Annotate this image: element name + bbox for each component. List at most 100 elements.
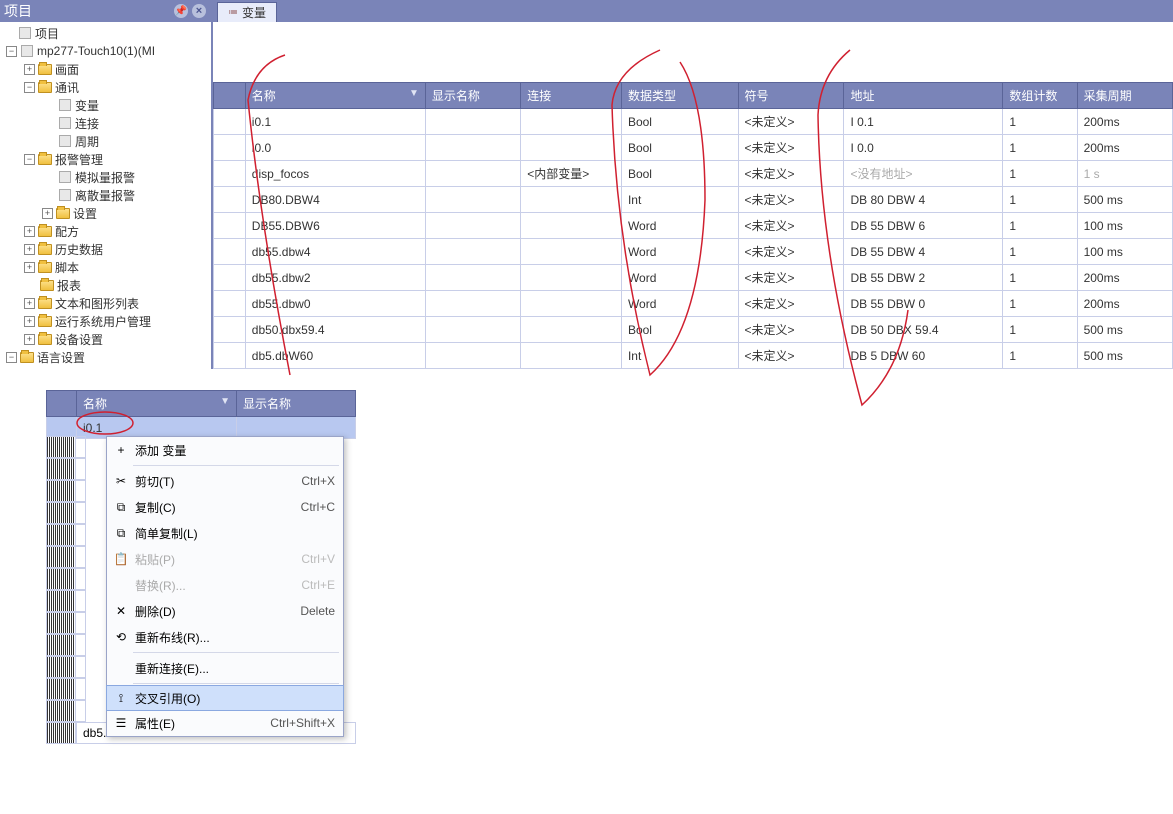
tree-node[interactable]: 项目 xyxy=(0,24,211,42)
expander-icon[interactable]: − xyxy=(6,352,17,363)
tree-node[interactable]: +设置 xyxy=(0,204,211,222)
cell-connection[interactable] xyxy=(521,239,622,265)
cell-name[interactable]: i0.1 xyxy=(245,109,425,135)
context-menu-item[interactable]: ⧉简单复制(L) xyxy=(107,520,343,546)
close-icon[interactable]: × xyxy=(191,3,207,19)
cell-address[interactable]: DB 80 DBW 4 xyxy=(844,187,1003,213)
context-menu-item[interactable]: ✂剪切(T)Ctrl+X xyxy=(107,468,343,494)
cell-display[interactable] xyxy=(425,343,520,369)
grid-header[interactable]: 地址 xyxy=(844,83,1003,109)
cell-connection[interactable] xyxy=(521,265,622,291)
cell-address[interactable]: I 0.0 xyxy=(844,135,1003,161)
cell-connection[interactable] xyxy=(521,213,622,239)
cell-display[interactable] xyxy=(425,187,520,213)
cell-address[interactable]: DB 55 DBW 0 xyxy=(844,291,1003,317)
cell-datatype[interactable]: Int xyxy=(621,187,738,213)
tree-node[interactable]: +脚本 xyxy=(0,258,211,276)
cell-display[interactable] xyxy=(425,317,520,343)
tree-node[interactable]: +画面 xyxy=(0,60,211,78)
tree-node[interactable]: 模拟量报警 xyxy=(0,168,211,186)
grid-row[interactable]: db50.dbx59.4Bool<未定义>DB 50 DBX 59.41500 … xyxy=(214,317,1173,343)
cell-name[interactable]: i0.0 xyxy=(245,135,425,161)
cell-symbol[interactable]: <未定义> xyxy=(738,187,844,213)
tree-node[interactable]: 变量 xyxy=(0,96,211,114)
cell-datatype[interactable]: Bool xyxy=(621,135,738,161)
row-header[interactable] xyxy=(214,291,246,317)
row-header[interactable] xyxy=(214,187,246,213)
grid-row[interactable]: i0.0Bool<未定义>I 0.01200ms xyxy=(214,135,1173,161)
cell-connection[interactable] xyxy=(521,317,622,343)
cell-name[interactable]: disp_focos xyxy=(245,161,425,187)
cell-cycle[interactable]: 500 ms xyxy=(1077,317,1172,343)
cell-cycle[interactable]: 1 s xyxy=(1077,161,1172,187)
expander-icon[interactable]: + xyxy=(24,262,35,273)
grid-row[interactable]: disp_focos<内部变量>Bool<未定义><没有地址>11 s xyxy=(214,161,1173,187)
cell-display[interactable] xyxy=(425,135,520,161)
cell-connection[interactable] xyxy=(521,135,622,161)
expander-icon[interactable]: − xyxy=(24,82,35,93)
grid-header[interactable]: 数组计数 xyxy=(1003,83,1077,109)
cell-array[interactable]: 1 xyxy=(1003,187,1077,213)
context-menu-item[interactable]: +添加 变量 xyxy=(107,437,343,463)
cell-array[interactable]: 1 xyxy=(1003,135,1077,161)
cell-address[interactable]: DB 55 DBW 6 xyxy=(844,213,1003,239)
expander-icon[interactable]: − xyxy=(6,46,17,57)
row-header[interactable] xyxy=(214,135,246,161)
cell-address[interactable]: DB 5 DBW 60 xyxy=(844,343,1003,369)
cell-display[interactable] xyxy=(425,161,520,187)
tree-node[interactable]: +运行系统用户管理 xyxy=(0,312,211,330)
cell-connection[interactable] xyxy=(521,109,622,135)
cell-display[interactable] xyxy=(425,109,520,135)
cell-address[interactable]: DB 50 DBX 59.4 xyxy=(844,317,1003,343)
grid-row[interactable]: db55.dbw0Word<未定义>DB 55 DBW 01200ms xyxy=(214,291,1173,317)
tree-node[interactable]: −通讯 xyxy=(0,78,211,96)
cell-symbol[interactable]: <未定义> xyxy=(738,213,844,239)
grid-header[interactable]: 显示名称 xyxy=(425,83,520,109)
cell-name[interactable]: DB55.DBW6 xyxy=(245,213,425,239)
grid-row[interactable]: i0.1Bool<未定义>I 0.11200ms xyxy=(214,109,1173,135)
expander-icon[interactable]: + xyxy=(24,334,35,345)
cell-array[interactable]: 1 xyxy=(1003,265,1077,291)
cell-datatype[interactable]: Bool xyxy=(621,109,738,135)
context-menu-item[interactable]: ⟟交叉引用(O) xyxy=(106,685,344,711)
expander-icon[interactable]: + xyxy=(42,208,53,219)
cell-datatype[interactable]: Word xyxy=(621,291,738,317)
cell-address[interactable]: <没有地址> xyxy=(844,161,1003,187)
row-header[interactable] xyxy=(214,161,246,187)
cell-connection[interactable]: <内部变量> xyxy=(521,161,622,187)
context-menu[interactable]: +添加 变量✂剪切(T)Ctrl+X⧉复制(C)Ctrl+C⧉简单复制(L)📋粘… xyxy=(106,436,344,737)
cell-cycle[interactable]: 500 ms xyxy=(1077,187,1172,213)
row-header[interactable] xyxy=(214,317,246,343)
cell-cycle[interactable]: 200ms xyxy=(1077,265,1172,291)
expander-icon[interactable]: + xyxy=(24,226,35,237)
variables-grid[interactable]: 名称▼显示名称连接数据类型符号地址数组计数采集周期i0.1Bool<未定义>I … xyxy=(213,82,1173,369)
cell-datatype[interactable]: Int xyxy=(621,343,738,369)
cell-address[interactable]: DB 55 DBW 2 xyxy=(844,265,1003,291)
context-menu-item[interactable]: ⧉复制(C)Ctrl+C xyxy=(107,494,343,520)
expander-icon[interactable]: + xyxy=(24,316,35,327)
cell-symbol[interactable]: <未定义> xyxy=(738,291,844,317)
cell-datatype[interactable]: Bool xyxy=(621,161,738,187)
tree-node[interactable]: +配方 xyxy=(0,222,211,240)
row-header[interactable] xyxy=(214,109,246,135)
grid-header[interactable]: 符号 xyxy=(738,83,844,109)
expander-icon[interactable]: + xyxy=(24,244,35,255)
grid-header[interactable]: 采集周期 xyxy=(1077,83,1172,109)
cell-symbol[interactable]: <未定义> xyxy=(738,135,844,161)
cell-array[interactable]: 1 xyxy=(1003,213,1077,239)
cell-array[interactable]: 1 xyxy=(1003,109,1077,135)
grid-row[interactable]: db5.dbW60Int<未定义>DB 5 DBW 601500 ms xyxy=(214,343,1173,369)
grid-header[interactable]: 名称▼ xyxy=(245,83,425,109)
cell-symbol[interactable]: <未定义> xyxy=(738,239,844,265)
context-menu-item[interactable]: ⟲重新布线(R)... xyxy=(107,624,343,650)
mini-header-name[interactable]: 名称▼ xyxy=(77,391,237,417)
tree-node[interactable]: −mp277-Touch10(1)(MI xyxy=(0,42,211,60)
cell-connection[interactable] xyxy=(521,291,622,317)
cell-datatype[interactable]: Bool xyxy=(621,317,738,343)
cell-name[interactable]: db55.dbw0 xyxy=(245,291,425,317)
cell-datatype[interactable]: Word xyxy=(621,265,738,291)
cell-name[interactable]: db50.dbx59.4 xyxy=(245,317,425,343)
cell-cycle[interactable]: 100 ms xyxy=(1077,239,1172,265)
tree-node[interactable]: +设备设置 xyxy=(0,330,211,348)
pin-icon[interactable]: 📌 xyxy=(173,3,189,19)
